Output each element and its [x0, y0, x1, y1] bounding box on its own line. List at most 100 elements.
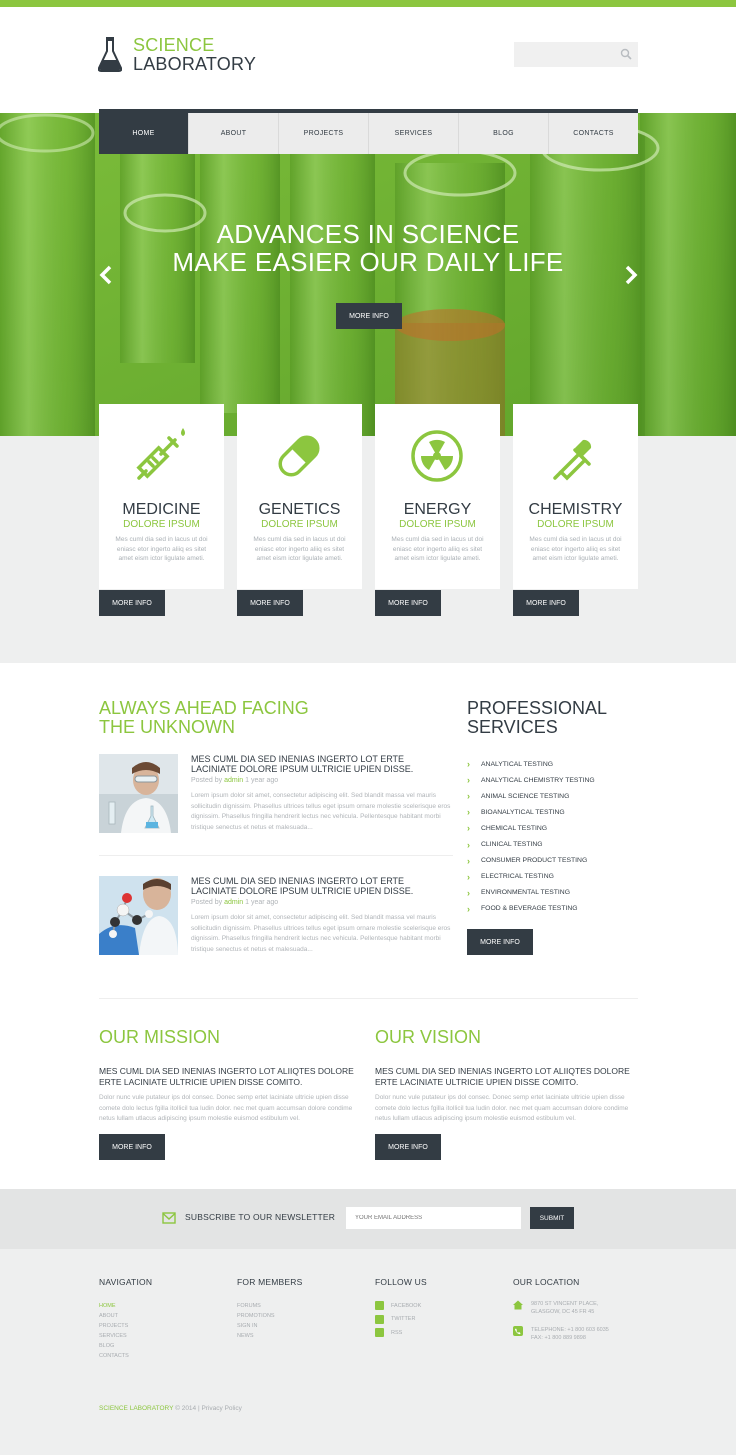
nav-item-about[interactable]: ABOUT — [188, 113, 278, 154]
medicine-more-info-button[interactable]: MORE INFO — [99, 590, 165, 616]
feature-title: ENERGY — [403, 501, 472, 518]
feature-title: MEDICINE — [122, 501, 201, 518]
address-line-2: GLASGOW, DC 45 FR 45 — [531, 1309, 595, 1315]
nav-item-services[interactable]: SERVICES — [368, 113, 458, 154]
footer-link-twitter[interactable]: TWITTER — [375, 1313, 421, 1327]
service-item[interactable]: › CLINICAL TESTING — [467, 836, 595, 852]
footer-members-links: FORUMS PROMOTIONS SIGN IN NEWS — [237, 1301, 275, 1341]
chevron-right-icon: › — [467, 759, 470, 770]
ahead-title-line-1: ALWAYS AHEAD FACING — [99, 698, 309, 718]
vision-more-info-button[interactable]: MORE INFO — [375, 1134, 441, 1160]
footer-navigation-title: NAVIGATION — [99, 1277, 153, 1287]
search-box — [514, 42, 638, 67]
feature-subtitle: DOLORE IPSUM — [537, 519, 614, 530]
post-time: 1 year ago — [245, 899, 279, 906]
nav-item-contacts[interactable]: CONTACTS — [548, 113, 638, 154]
feature-text: Mes cuml dia sed in lacus ut doi eniasc … — [253, 536, 346, 562]
search-icon[interactable] — [620, 48, 632, 60]
feature-card-energy: ENERGY DOLORE IPSUM Mes cuml dia sed in … — [375, 404, 500, 589]
search-input[interactable] — [514, 42, 614, 67]
service-item[interactable]: › ANALYTICAL TESTING — [467, 756, 595, 772]
footer-link-forums[interactable]: FORUMS — [237, 1301, 275, 1311]
ahead-section-title: ALWAYS AHEAD FACING THE UNKNOWN — [99, 699, 309, 737]
footer-link-about[interactable]: ABOUT — [99, 1311, 129, 1321]
telephone: TELEPHONE: +1 800 603 6035 — [531, 1327, 609, 1333]
footer-members-title: FOR MEMBERS — [237, 1277, 303, 1287]
chevron-right-icon: › — [467, 807, 470, 818]
feature-card-medicine: MEDICINE DOLORE IPSUM Mes cuml dia sed i… — [99, 404, 224, 589]
footer-link-sign-in[interactable]: SIGN IN — [237, 1321, 275, 1331]
footer-link-facebook[interactable]: FACEBOOK — [375, 1299, 421, 1313]
logo-line-1: SCIENCE — [133, 35, 215, 55]
service-label: ANALYTICAL CHEMISTRY TESTING — [481, 776, 595, 784]
footer-link-blog[interactable]: BLOG — [99, 1341, 129, 1351]
energy-more-info-button[interactable]: MORE INFO — [375, 590, 441, 616]
vision-text: Dolor nunc vule putateur ips dol consec.… — [375, 1094, 629, 1122]
post-image-scientist[interactable] — [99, 754, 178, 833]
chevron-right-icon: › — [467, 775, 470, 786]
footer-link-services[interactable]: SERVICES — [99, 1331, 129, 1341]
footer-link-home[interactable]: HOME — [99, 1301, 129, 1311]
nav-item-blog[interactable]: BLOG — [458, 113, 548, 154]
nav-item-home[interactable]: HOME — [99, 113, 188, 154]
services-more-info-button[interactable]: MORE INFO — [467, 929, 533, 955]
genetics-more-info-button[interactable]: MORE INFO — [237, 590, 303, 616]
newsletter-email-input[interactable] — [346, 1207, 521, 1229]
address-line-1: 9870 ST VINCENT PLACE, — [531, 1301, 599, 1307]
post-image-molecule[interactable] — [99, 876, 178, 955]
footer-link-promotions[interactable]: PROMOTIONS — [237, 1311, 275, 1321]
top-accent-bar — [0, 0, 736, 7]
mission-subtitle: MES CUML DIA SED INENIAS INGERTO LOT ALI… — [99, 1066, 354, 1087]
footer-link-projects[interactable]: PROJECTS — [99, 1321, 129, 1331]
footer-link-contacts[interactable]: CONTACTS — [99, 1351, 129, 1361]
post-author-link[interactable]: admin — [224, 899, 243, 906]
nav-item-projects[interactable]: PROJECTS — [278, 113, 368, 154]
mission-text: Dolor nunc vule putateur ips dol consec.… — [99, 1094, 353, 1122]
service-item[interactable]: › CHEMICAL TESTING — [467, 820, 595, 836]
service-label: ANALYTICAL TESTING — [481, 760, 554, 768]
pill-icon — [278, 435, 320, 477]
chevron-right-icon: › — [467, 791, 470, 802]
chevron-right-icon: › — [467, 903, 470, 914]
post-title[interactable]: MES CUML DIA SED INENIAS INGERTO LOT ERT… — [191, 876, 451, 896]
facebook-label: FACEBOOK — [391, 1302, 422, 1309]
post-time: 1 year ago — [245, 777, 279, 784]
site-logo[interactable]: SCIENCE LABORATORY — [133, 36, 256, 74]
dropper-icon — [553, 439, 592, 481]
chemistry-more-info-button[interactable]: MORE INFO — [513, 590, 579, 616]
post-author-link[interactable]: admin — [224, 777, 243, 784]
service-item[interactable]: › ELECTRICAL TESTING — [467, 869, 595, 885]
service-item[interactable]: › ANALYTICAL CHEMISTRY TESTING — [467, 772, 595, 788]
slider-prev-arrow-icon[interactable] — [98, 264, 114, 286]
newsletter-submit-button[interactable]: SUBMIT — [530, 1207, 574, 1229]
home-icon — [513, 1300, 523, 1310]
flask-logo-icon[interactable] — [98, 37, 122, 72]
service-item[interactable]: › FOOD & BEVERAGE TESTING — [467, 901, 595, 917]
service-item[interactable]: › CONSUMER PRODUCT TESTING — [467, 853, 595, 869]
copyright-brand-link[interactable]: SCIENCE LABORATORY — [99, 1405, 173, 1412]
phone-icon — [513, 1326, 523, 1336]
service-label: CONSUMER PRODUCT TESTING — [481, 857, 588, 865]
mission-more-info-button[interactable]: MORE INFO — [99, 1134, 165, 1160]
feature-title: CHEMISTRY — [528, 501, 623, 518]
post-meta: Posted by admin 1 year ago — [191, 899, 278, 906]
service-item[interactable]: › BIOANALYTICAL TESTING — [467, 804, 595, 820]
mission-title: OUR MISSION — [99, 1027, 221, 1047]
post-meta: Posted by admin 1 year ago — [191, 777, 278, 784]
footer-link-news[interactable]: NEWS — [237, 1331, 275, 1341]
copyright: SCIENCE LABORATORY © 2014 | Privacy Poli… — [99, 1405, 242, 1412]
service-item[interactable]: › ENVIRONMENTAL TESTING — [467, 885, 595, 901]
footer-contact: TELEPHONE: +1 800 603 6035 FAX: +1 800 8… — [531, 1326, 609, 1342]
hero-more-info-button[interactable]: MORE INFO — [336, 303, 402, 329]
service-label: ELECTRICAL TESTING — [481, 873, 554, 881]
hero-headline-line-1: ADVANCES IN SCIENCE — [216, 219, 520, 249]
slider-next-arrow-icon[interactable] — [623, 264, 639, 286]
chevron-right-icon: › — [467, 855, 470, 866]
feature-subtitle: DOLORE IPSUM — [123, 519, 200, 530]
feature-text: Mes cuml dia sed in lacus ut doi eniasc … — [391, 536, 484, 562]
footer-link-rss[interactable]: RSS — [375, 1326, 421, 1340]
post-title[interactable]: MES CUML DIA SED INENIAS INGERTO LOT ERT… — [191, 754, 451, 774]
feature-card-chemistry: CHEMISTRY DOLORE IPSUM Mes cuml dia sed … — [513, 404, 638, 589]
service-item[interactable]: › ANIMAL SCIENCE TESTING — [467, 788, 595, 804]
service-label: ENVIRONMENTAL TESTING — [481, 889, 570, 897]
